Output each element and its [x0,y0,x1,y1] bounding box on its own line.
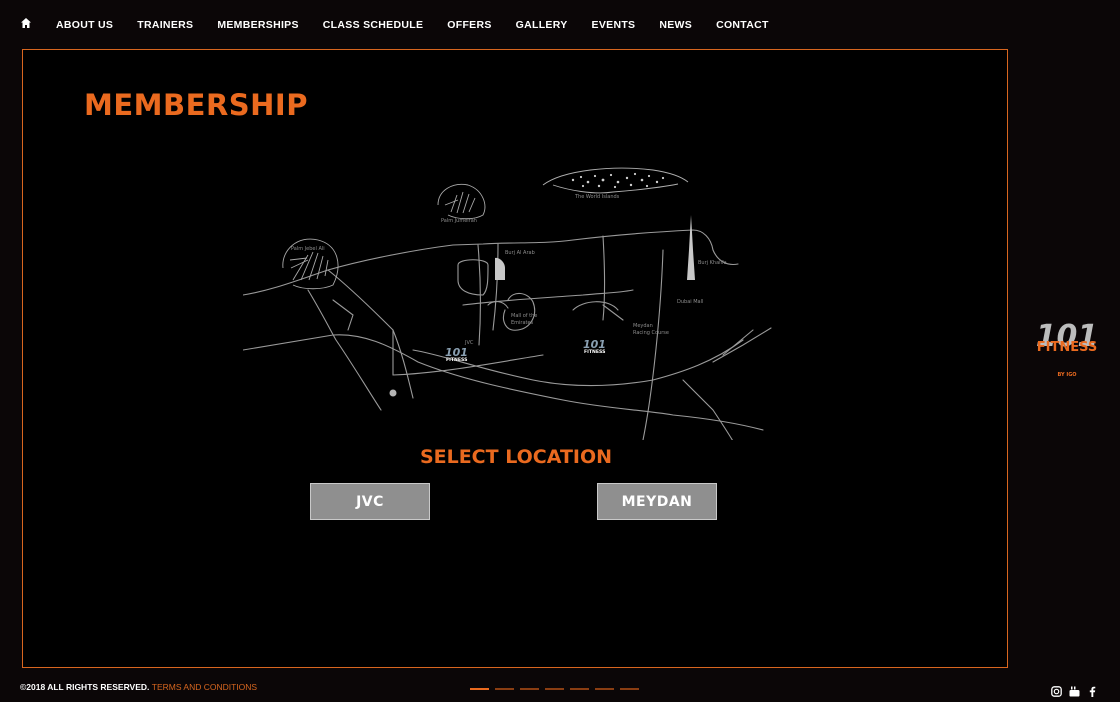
select-location-heading: SELECT LOCATION [419,446,613,468]
page-title: MEMBERSHIP [84,88,308,122]
map-label-palm-jebel-ali: Palm Jebel Ali [291,246,325,252]
nav-item-gallery[interactable]: GALLERY [516,15,568,33]
nav-link-class-schedule[interactable]: CLASS SCHEDULE [323,19,423,31]
map-label-mall-emirates-line1: Mall of the [511,313,537,319]
facebook-link[interactable] [1087,684,1098,697]
map-label-meydan-line1: Meydan [633,323,653,329]
map-label-burj-al-arab: Burj Al Arab [505,250,535,256]
jvc-location-button[interactable]: JVC [310,483,430,520]
nav-link-offers[interactable]: OFFERS [447,19,491,31]
meydan-location-marker[interactable]: 101 FITNESS [583,338,606,355]
map-label-palm-jumeirah: Palm Jumeirah [441,218,477,224]
nav-list: ABOUT US TRAINERS MEMBERSHIPS CLASS SCHE… [20,15,793,33]
map-label-world-islands: The World Islands [574,194,620,200]
map-label-meydan-line2: Racing Course [633,330,669,336]
nav-item-contact[interactable]: CONTACT [716,15,769,33]
nav-item-news[interactable]: NEWS [659,15,692,33]
slide-pager [470,688,645,690]
nav-link-events[interactable]: EVENTS [592,19,636,31]
nav-link-memberships[interactable]: MEMBERSHIPS [217,19,298,31]
pager-dash-2[interactable] [495,688,514,690]
nav-item-offers[interactable]: OFFERS [447,15,491,33]
nav-link-gallery[interactable]: GALLERY [516,19,568,31]
map-label-mall-emirates-line2: Emirates [511,320,534,326]
dubai-location-map: Palm Jebel Ali Palm Jumeirah The World I… [243,167,772,440]
logo-word: FITNESS [1037,340,1098,355]
nav-link-about-us[interactable]: ABOUT US [56,19,113,31]
youtube-icon [1069,686,1080,697]
map-label-dubai-mall: Dubai Mall [677,299,703,305]
nav-link-trainers[interactable]: TRAINERS [137,19,193,31]
copyright-text: ©2018 ALL RIGHTS RESERVED. [20,682,150,692]
nav-item-about-us[interactable]: ABOUT US [56,15,113,33]
membership-frame: MEMBERSHIP Palm Jebel Ali Palm Jumeirah … [22,49,1008,668]
instagram-icon [1051,686,1062,697]
pager-dash-1[interactable] [470,688,489,690]
pager-dash-4[interactable] [545,688,564,690]
map-label-burj-khalifa: Burj Khalifa [698,260,727,266]
nav-item-class-schedule[interactable]: CLASS SCHEDULE [323,15,423,33]
pager-dash-5[interactable] [570,688,589,690]
jvc-marker-word: FITNESS [446,357,467,363]
facebook-icon [1089,686,1096,697]
top-navigation: ABOUT US TRAINERS MEMBERSHIPS CLASS SCHE… [0,0,1120,48]
pager-dash-7[interactable] [620,688,639,690]
youtube-link[interactable] [1069,684,1080,697]
nav-link-contact[interactable]: CONTACT [716,19,769,31]
terms-link[interactable]: TERMS AND CONDITIONS [152,682,257,692]
meydan-location-button[interactable]: MEYDAN [597,483,717,520]
jvc-location-marker[interactable]: 101 FITNESS [445,346,468,363]
nav-item-events[interactable]: EVENTS [592,15,636,33]
home-icon [21,18,31,28]
nav-item-home[interactable] [20,15,32,33]
instagram-link[interactable] [1051,684,1062,697]
meydan-marker-word: FITNESS [584,349,605,355]
nav-link-news[interactable]: NEWS [659,19,692,31]
nav-item-memberships[interactable]: MEMBERSHIPS [217,15,298,33]
pager-dash-3[interactable] [520,688,539,690]
home-link[interactable] [20,18,32,31]
brand-logo[interactable]: 101 FITNESS BY IGO [1026,318,1108,382]
nav-item-trainers[interactable]: TRAINERS [137,15,193,33]
footer-copyright: ©2018 ALL RIGHTS RESERVED. TERMS AND CON… [20,682,257,692]
pager-dash-6[interactable] [595,688,614,690]
social-links [1051,684,1098,697]
logo-sub: BY IGO [1057,372,1076,378]
